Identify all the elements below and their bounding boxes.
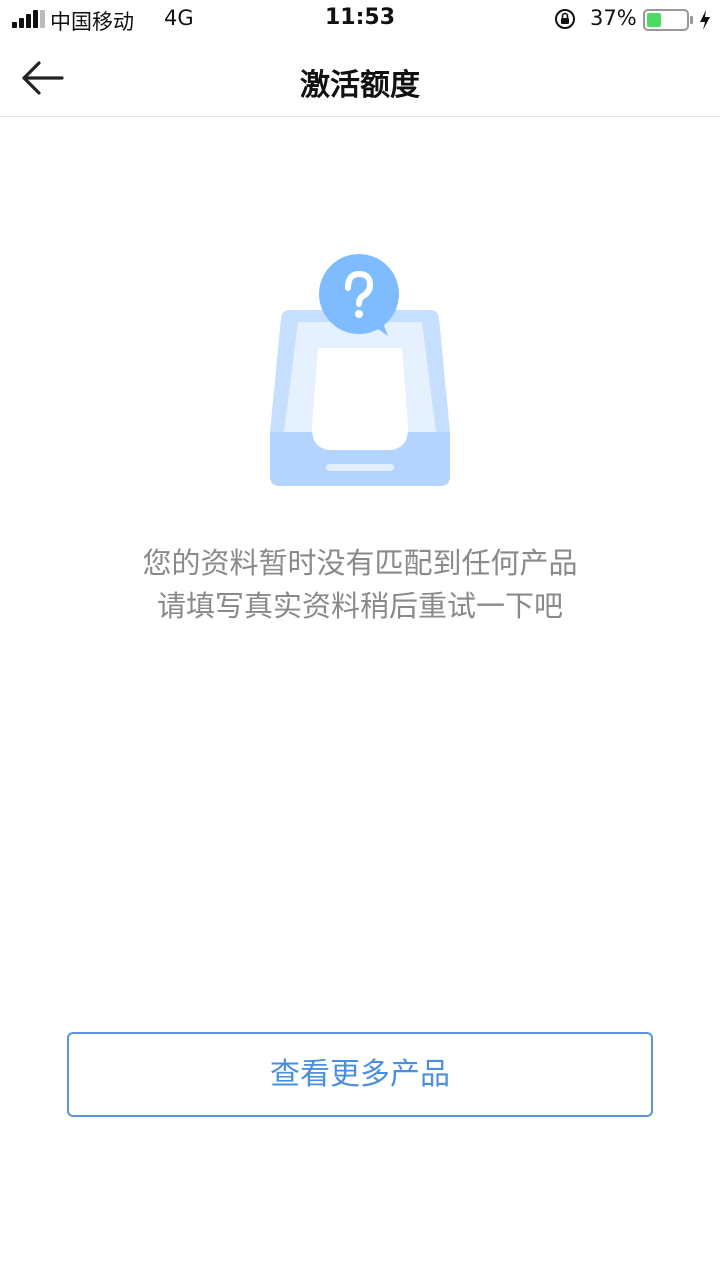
empty-state-message: 您的资料暂时没有匹配到任何产品 请填写真实资料稍后重试一下吧 xyxy=(0,542,720,628)
empty-message-line-2: 请填写真实资料稍后重试一下吧 xyxy=(156,589,563,623)
empty-message-line-1: 您的资料暂时没有匹配到任何产品 xyxy=(142,546,578,580)
nav-bar: 激活额度 xyxy=(0,40,720,117)
page-title: 激活额度 xyxy=(300,68,420,103)
battery-icon xyxy=(643,9,693,31)
charging-bolt-icon xyxy=(700,10,710,30)
view-more-products-button[interactable]: 查看更多产品 xyxy=(67,1032,653,1117)
inbox-question-icon xyxy=(270,254,450,486)
battery-percent: 37% xyxy=(590,6,637,30)
status-bar: 中国移动 4G 11:53 37% xyxy=(0,0,720,40)
screen: 中国移动 4G 11:53 37% 激活额度 您的资料暂时没有匹配到任何产品 请… xyxy=(0,0,720,1280)
orientation-lock-icon xyxy=(555,9,575,29)
